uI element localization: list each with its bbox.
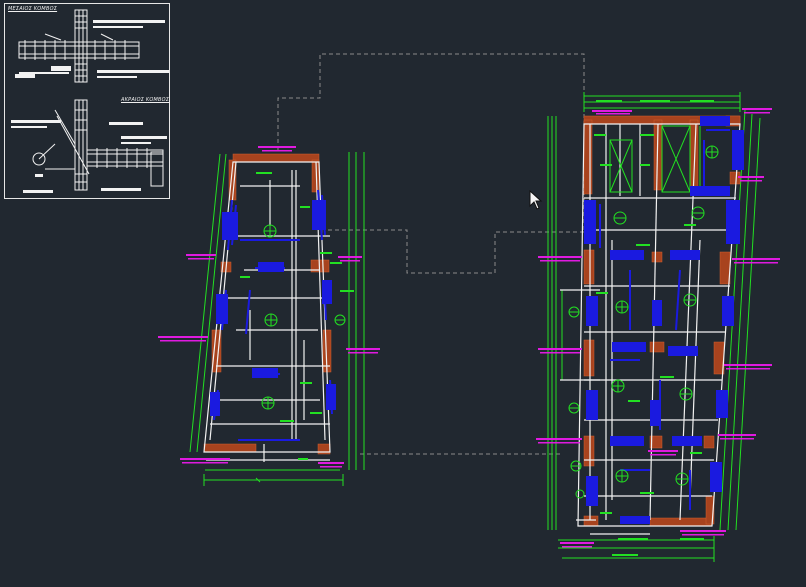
- cad-drawing-canvas[interactable]: ΜΕΣΑΙΟΣ ΚΟΜΒΟΣ ΑΚΡΑΙΟΣ ΚΟΜΒΟΣ: [0, 0, 806, 587]
- left-slab-plan: [158, 146, 380, 486]
- right-slab-plan: [536, 92, 780, 562]
- arrow-cursor-icon: [529, 190, 543, 210]
- floor-plan-drawing: [158, 53, 780, 562]
